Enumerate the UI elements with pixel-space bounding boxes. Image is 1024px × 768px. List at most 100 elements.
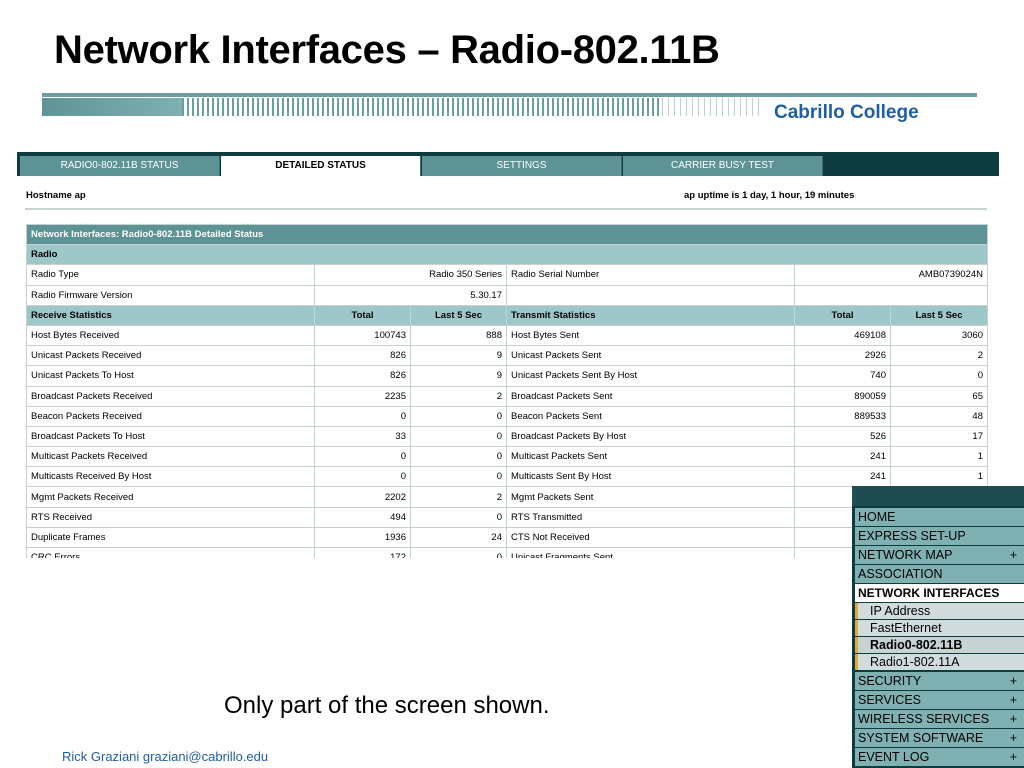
expand-plus-icon[interactable]: +: [1010, 691, 1017, 709]
tx-stat-label: Unicast Packets Sent: [506, 345, 795, 367]
rx-stat-label: Broadcast Packets Received: [26, 385, 315, 407]
tx-stat-label: Unicast Fragments Sent: [506, 546, 795, 558]
empty-cell: [794, 284, 988, 306]
menu-item-label: Radio0-802.11B: [870, 638, 963, 652]
menu-services[interactable]: SERVICES +: [855, 691, 1024, 709]
table-row: Mgmt Packets Received 2202 2 Mgmt Packets S…: [26, 486, 988, 508]
tx-stat-label: Unicast Packets Sent By Host: [506, 365, 795, 387]
rx-total-value: 2202: [314, 486, 411, 508]
rx-total-value: 100743: [314, 324, 411, 347]
tx-total-value: 469108: [794, 324, 891, 347]
menu-home[interactable]: HOME: [855, 508, 1024, 526]
table-caption: Network Interfaces: Radio0-802.11B Detai…: [26, 223, 988, 246]
rx-stat-label: RTS Received: [26, 506, 315, 528]
rx-total-header: Total: [314, 304, 411, 326]
table-row: RTS Received 494 0 RTS Transmitted: [26, 506, 988, 528]
college-logo-text: Cabrillo College: [774, 102, 919, 123]
tx-stat-label: Broadcast Packets By Host: [506, 425, 795, 448]
tx-last5-header: Last 5 Sec: [890, 304, 988, 326]
radio-header: Radio: [26, 244, 988, 266]
expand-plus-icon[interactable]: +: [1010, 546, 1017, 564]
statistics-header-row: Receive Statistics Total Last 5 Sec Tran…: [26, 304, 988, 326]
rx-stat-label: Host Bytes Received: [26, 324, 315, 347]
footer-text: Rick Graziani graziani@cabrillo.edu: [62, 749, 269, 764]
tx-stat-label: Mgmt Packets Sent: [506, 486, 795, 508]
table-caption-row: Network Interfaces: Radio0-802.11B Detai…: [26, 223, 988, 246]
tx-total-value: 241: [794, 466, 891, 488]
table-row: CRC Errors 172 0 Unicast Fragments Sent: [26, 546, 988, 558]
receive-header: Receive Statistics: [26, 304, 315, 326]
rx-stat-label: Unicast Packets To Host: [26, 365, 315, 387]
menu-radio0[interactable]: Radio0-802.11B: [855, 637, 1024, 653]
expand-plus-icon[interactable]: +: [1010, 729, 1017, 747]
empty-cell: [506, 284, 795, 306]
rx-last5-value: 0: [410, 546, 507, 558]
rx-last5-value: 0: [410, 506, 507, 528]
banner-line: [42, 93, 977, 97]
rx-total-value: 826: [314, 365, 411, 387]
menu-network-map[interactable]: NETWORK MAP +: [855, 546, 1024, 564]
menu-security[interactable]: SECURITY +: [855, 672, 1024, 690]
tx-stat-label: RTS Transmitted: [506, 506, 795, 528]
menu-association[interactable]: ASSOCIATION: [855, 565, 1024, 583]
rx-last5-value: 9: [410, 365, 507, 387]
tx-last5-value: 1: [890, 466, 988, 488]
menu-item-label: HOME: [858, 510, 896, 524]
tab-bar: RADIO0-802.11B STATUS DETAILED STATUS SE…: [17, 152, 999, 176]
menu-fastethernet[interactable]: FastEthernet: [855, 620, 1024, 636]
table-row: Unicast Packets To Host 826 9 Unicast Packe…: [26, 365, 988, 387]
rx-total-value: 1936: [314, 526, 411, 549]
rx-stat-label: Mgmt Packets Received: [26, 486, 315, 508]
tx-last5-value: 65: [890, 385, 988, 407]
rx-last5-value: 2: [410, 486, 507, 508]
expand-plus-icon[interactable]: +: [1010, 748, 1017, 766]
expand-plus-icon[interactable]: +: [1010, 672, 1017, 690]
menu-item-label: NETWORK MAP: [858, 548, 953, 562]
table-row: Broadcast Packets Received 2235 2 Broadcast…: [26, 385, 988, 407]
menu-express-setup[interactable]: EXPRESS SET-UP: [855, 527, 1024, 545]
tx-total-value: 526: [794, 425, 891, 448]
rx-stat-label: Multicast Packets Received: [26, 446, 315, 468]
menu-system-software[interactable]: SYSTEM SOFTWARE +: [855, 729, 1024, 747]
rx-stat-label: Broadcast Packets To Host: [26, 425, 315, 448]
menu-item-label: FastEthernet: [870, 621, 942, 635]
tx-last5-value: 48: [890, 405, 988, 427]
table-row: Duplicate Frames 1936 24 CTS Not Received: [26, 526, 988, 549]
rx-total-value: 0: [314, 466, 411, 488]
tx-stat-label: CTS Not Received: [506, 526, 795, 549]
tx-total-header: Total: [794, 304, 891, 326]
rx-stat-label: Beacon Packets Received: [26, 405, 315, 427]
detailed-status-table: Network Interfaces: Radio0-802.11B Detai…: [26, 223, 988, 558]
uptime-label: ap uptime is 1 day, 1 hour, 19 minutes: [684, 190, 855, 201]
tab-settings[interactable]: SETTINGS: [422, 156, 622, 176]
tab-radio-status[interactable]: RADIO0-802.11B STATUS: [20, 156, 220, 176]
tx-stat-label: Broadcast Packets Sent: [506, 385, 795, 407]
tx-last5-value: 17: [890, 425, 988, 448]
tab-detailed-status[interactable]: DETAILED STATUS: [221, 156, 421, 176]
menu-network-interfaces[interactable]: NETWORK INTERFACES: [855, 584, 1024, 602]
tx-total-value: 890059: [794, 385, 891, 407]
tx-last5-value: 3060: [890, 324, 988, 347]
rx-last5-value: 9: [410, 345, 507, 367]
tx-stat-label: Multicasts Sent By Host: [506, 466, 795, 488]
rx-stat-label: Multicasts Received By Host: [26, 466, 315, 488]
note-text: Only part of the screen shown.: [224, 692, 550, 719]
tx-stat-label: Multicast Packets Sent: [506, 446, 795, 468]
tab-carrier-busy-test[interactable]: CARRIER BUSY TEST: [623, 156, 823, 176]
menu-radio1[interactable]: Radio1-802.11A: [855, 654, 1024, 670]
table-row: Broadcast Packets To Host 33 0 Broadcast Pa…: [26, 425, 988, 448]
menu-wireless-services[interactable]: WIRELESS SERVICES +: [855, 710, 1024, 728]
menu-item-label: SECURITY: [858, 674, 922, 688]
radio-type-label: Radio Type: [26, 264, 315, 286]
menu-ip-address[interactable]: IP Address: [855, 603, 1024, 619]
expand-plus-icon[interactable]: +: [1010, 710, 1017, 728]
radio-type-row: Radio Type Radio 350 Series Radio Serial…: [26, 264, 988, 286]
rx-last5-value: 2: [410, 385, 507, 407]
rx-last5-value: 0: [410, 466, 507, 488]
menu-item-label: ASSOCIATION: [858, 567, 943, 581]
rx-total-value: 172: [314, 546, 411, 558]
banner-stripes-fade: [662, 98, 762, 116]
menu-event-log[interactable]: EVENT LOG +: [855, 748, 1024, 766]
menu-item-label: SERVICES: [858, 693, 921, 707]
banner-block: [42, 98, 182, 116]
